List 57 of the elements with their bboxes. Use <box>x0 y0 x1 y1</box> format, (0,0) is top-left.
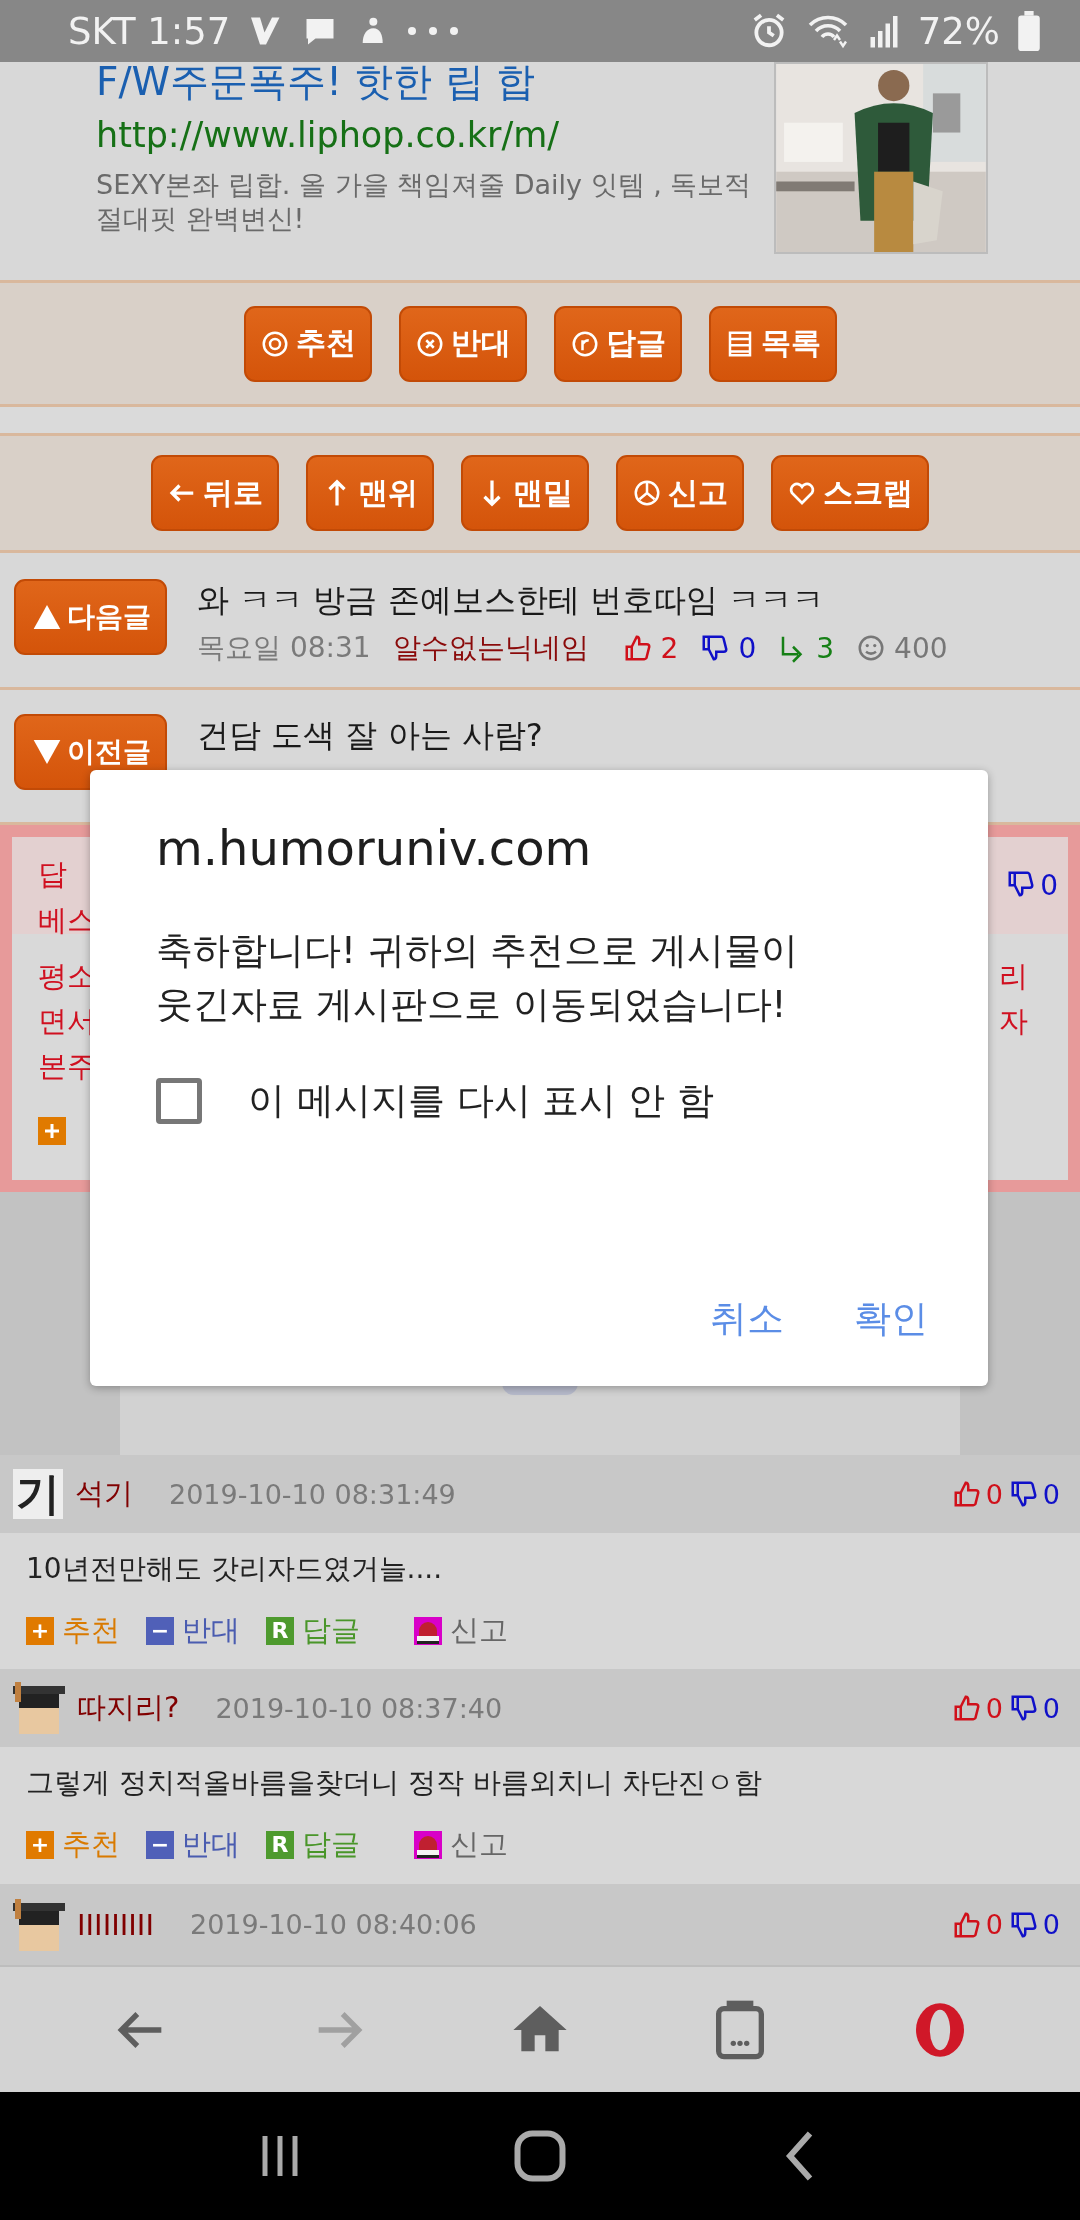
action-button[interactable]: 신고 <box>616 455 744 531</box>
action-button[interactable]: 스크랩 <box>771 455 929 531</box>
ad-title[interactable]: F/W주문폭주! 핫한 립 합 <box>96 60 764 104</box>
reply-header-text: 답 <box>38 856 68 893</box>
post-title[interactable]: 와 ㅋㅋ 방금 존예보스한테 번호따임 ㅋㅋㅋ <box>197 579 948 621</box>
recommend-link[interactable]: + 추천 <box>26 1825 120 1865</box>
action-button[interactable]: 뒤로 <box>151 455 279 531</box>
battery-percent: 72% <box>917 9 1000 53</box>
action-button[interactable]: 목록 <box>708 305 837 382</box>
view-count: 400 <box>894 631 948 665</box>
dialog-button[interactable]: 확인 <box>854 1294 928 1344</box>
comment-author: 따지리? <box>77 1689 180 1726</box>
reply-link[interactable]: R 답글 <box>266 1611 360 1651</box>
comment-date: 2019-10-10 08:37:40 <box>215 1692 503 1724</box>
comment-author: IIIIIIIII <box>77 1907 154 1942</box>
post-time: 목요일 08:31 <box>197 630 371 666</box>
comment-text: 그렇게 정치적올바름을찾더니 정작 바름외치니 차단진ㅇ함 <box>26 1765 763 1801</box>
comment-author: 석기 <box>75 1475 133 1512</box>
avatar: 기 <box>13 1469 63 1519</box>
reply-count: 3 <box>816 631 835 665</box>
oppose-link[interactable]: − 반대 <box>146 1611 240 1651</box>
comment-text: 10년전만해도 갓리자드였거늘.... <box>26 1551 444 1587</box>
reply-link[interactable]: R 답글 <box>266 1825 360 1865</box>
ad-link[interactable]: http://www.liphop.co.kr/m/ <box>96 112 764 158</box>
dislike-count: 0 <box>1042 1478 1060 1510</box>
dislike-count: 0 <box>738 631 757 665</box>
dialog-title: m.humoruniv.com <box>156 820 593 876</box>
dislike-count: 0 <box>1042 1909 1060 1940</box>
action-button[interactable]: 추천 <box>243 305 372 382</box>
reply-text: 평소 <box>38 958 96 995</box>
checkbox-label[interactable]: 이 메시지를 다시 표시 안 함 <box>248 1076 714 1126</box>
post-nav-button[interactable]: 다음글 <box>14 579 167 655</box>
comment-date: 2019-10-10 08:40:06 <box>190 1909 477 1940</box>
like-count: 0 <box>985 1909 1003 1940</box>
action-button[interactable]: 반대 <box>398 305 527 382</box>
report-link[interactable]: 신고 <box>414 1825 508 1865</box>
action-button[interactable]: 답글 <box>553 305 682 382</box>
comment-date: 2019-10-10 08:31:49 <box>169 1478 456 1510</box>
dialog-button[interactable]: 취소 <box>710 1294 784 1344</box>
oppose-link[interactable]: − 반대 <box>146 1825 240 1865</box>
post-author: 알수없는닉네임 <box>392 630 589 666</box>
status-time: SKT 1:57 <box>68 9 231 53</box>
ad-description: SEXY본좌 립합. 올 가을 책임져줄 Daily 잇템 , 독보적 절대핏 완벽변신! <box>96 168 753 236</box>
reply-text: 리 <box>999 958 1028 995</box>
reply-text: 자 <box>999 1003 1028 1040</box>
post-title[interactable]: 건담 도색 잘 아는 사람? <box>197 714 543 756</box>
like-count: 0 <box>985 1692 1003 1724</box>
recommend-link[interactable]: + 추천 <box>26 1611 120 1651</box>
dialog-message: 축하합니다! 귀하의 추천으로 게시물이 웃긴자료 게시판으로 이동되었습니다! <box>156 928 800 1028</box>
reply-header-text: 베스 <box>38 902 96 939</box>
dislike-count: 0 <box>1042 1692 1060 1724</box>
dislike-count: 0 <box>1040 869 1058 902</box>
report-link[interactable]: 신고 <box>414 1611 508 1651</box>
action-button[interactable]: 맨위 <box>306 455 434 531</box>
like-count: 2 <box>660 631 679 665</box>
action-button[interactable]: 맨밑 <box>461 455 589 531</box>
like-count: 0 <box>985 1478 1003 1510</box>
